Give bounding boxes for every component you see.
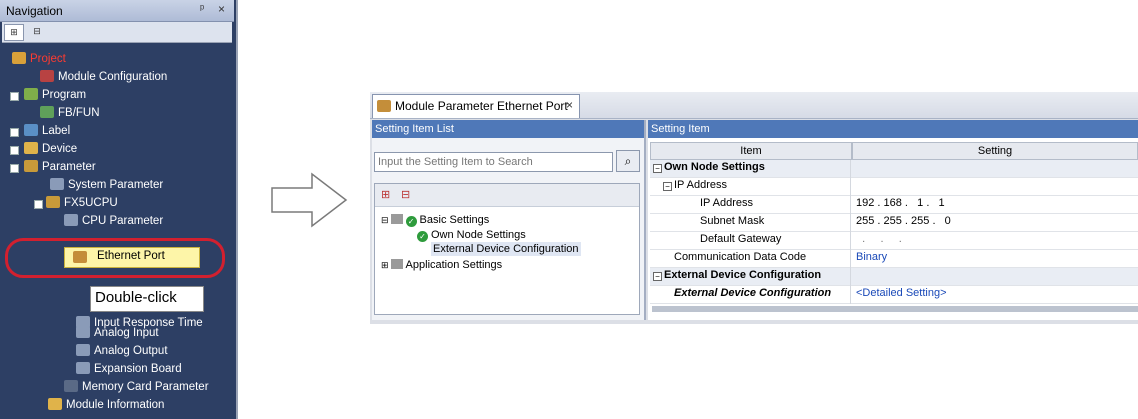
tree-item-fbfun[interactable]: FB/FUN — [40, 104, 100, 122]
grid-row-ip-address[interactable]: IP Address 192 . 168 . 1 . 1 — [650, 196, 1138, 214]
tree-item-fx5ucpu[interactable]: FX5UCPU — [46, 194, 118, 212]
gear-icon — [50, 178, 64, 190]
tree-item-cpu-parameter[interactable]: CPU Parameter — [64, 212, 163, 230]
memory-card-icon — [64, 380, 78, 392]
gear-icon — [76, 362, 90, 374]
module-info-icon — [48, 398, 62, 410]
close-icon[interactable]: × — [218, 2, 225, 16]
detailed-setting-link[interactable]: <Detailed Setting> — [856, 287, 947, 299]
navigation-title-bar: Navigation ᵖ × — [0, 0, 234, 22]
expand-all-icon[interactable]: ⊞ — [381, 188, 390, 201]
grid-row-own-node-settings[interactable]: − Own Node Settings — [650, 160, 1138, 178]
setting-item-list-pane: Setting Item List Input the Setting Item… — [372, 120, 646, 320]
pin-icon[interactable]: ᵖ — [200, 3, 204, 15]
ip-address-value[interactable]: 192 . 168 . 1 . 1 — [856, 197, 945, 209]
column-header-setting[interactable]: Setting — [852, 142, 1138, 160]
tree-item-own-node-settings[interactable]: ✓ Own Node Settings — [417, 228, 526, 242]
collapse-icon[interactable] — [34, 200, 43, 209]
collapse-icon[interactable]: − — [663, 182, 672, 191]
navigation-toolbar: ⊞ ⊟ — [2, 22, 232, 43]
gear-icon — [76, 344, 90, 356]
tree-item-analog-output[interactable]: Analog Output — [76, 342, 168, 360]
collapse-all-icon[interactable]: ⊟ — [401, 188, 410, 201]
label-icon — [24, 124, 38, 136]
tree-item-label[interactable]: Label — [24, 122, 70, 140]
setting-item-list-header: Setting Item List — [372, 120, 644, 138]
tab-bar: Module Parameter Ethernet Port × — [370, 92, 1138, 119]
binoculars-icon: ⌕ — [624, 154, 632, 168]
navigation-title: Navigation — [6, 4, 63, 18]
grid-row-ip-address-group[interactable]: − IP Address — [650, 178, 1138, 196]
collapse-icon[interactable]: − — [653, 272, 662, 281]
device-icon — [24, 142, 38, 154]
collapse-icon[interactable]: ⊟ — [381, 215, 389, 225]
project-icon — [12, 52, 26, 64]
tree-item-application-settings[interactable]: ⊞ Application Settings — [381, 258, 502, 272]
column-divider — [850, 160, 851, 304]
search-button[interactable]: ⌕ — [616, 150, 640, 172]
tab-module-parameter-ethernet-port[interactable]: Module Parameter Ethernet Port × — [372, 94, 580, 118]
default-gateway-value[interactable]: . . . — [856, 233, 902, 245]
search-input[interactable]: Input the Setting Item to Search — [374, 152, 613, 172]
expand-icon[interactable] — [10, 128, 19, 137]
highlight-oval — [5, 238, 225, 278]
column-header-item[interactable]: Item — [650, 142, 852, 160]
setting-item-tree: ⊞ ⊟ ⊟ ✓ Basic Settings ✓ Own Node Settings … — [374, 183, 640, 315]
tree-item-module-information[interactable]: Module Information — [48, 396, 164, 414]
tree-item-device[interactable]: Device — [24, 140, 77, 158]
tab-close-icon[interactable]: × — [566, 98, 573, 112]
settings-grid: Item Setting − Own Node Settings − IP Ad… — [650, 142, 1138, 320]
module-config-icon — [40, 70, 54, 82]
ethernet-icon — [377, 100, 391, 112]
fbfun-icon — [40, 106, 54, 118]
gear-icon — [64, 214, 78, 226]
double-click-callout: Double-click — [90, 286, 204, 312]
tree-item-program[interactable]: Program — [24, 86, 86, 104]
grid-row-external-device-configuration[interactable]: External Device Configuration <Detailed … — [650, 286, 1138, 304]
collapse-icon[interactable] — [10, 164, 19, 173]
expand-icon[interactable] — [10, 146, 19, 155]
setting-item-header: Setting Item — [648, 120, 1138, 138]
expand-icon[interactable] — [10, 92, 19, 101]
tree-item-system-parameter[interactable]: System Parameter — [50, 176, 163, 194]
tree-item-parameter[interactable]: Parameter — [24, 158, 96, 176]
module-parameter-window: Module Parameter Ethernet Port × Setting… — [370, 92, 1138, 324]
grid-row-communication-data-code[interactable]: Communication Data Code Binary — [650, 250, 1138, 268]
folder-icon — [390, 214, 403, 224]
grid-row-subnet-mask[interactable]: Subnet Mask 255 . 255 . 255 . 0 — [650, 214, 1138, 232]
folder-icon — [390, 259, 403, 269]
communication-data-code-value[interactable]: Binary — [856, 251, 887, 263]
grid-row-external-device-configuration-group[interactable]: − External Device Configuration — [650, 268, 1138, 286]
tree-item-project[interactable]: Project — [12, 50, 66, 68]
program-icon — [24, 88, 38, 100]
cpu-icon — [46, 196, 60, 208]
project-tree: Project Module Configuration Program FB/… — [0, 44, 234, 419]
gear-icon — [76, 326, 90, 338]
navigation-panel: Navigation ᵖ × ⊞ ⊟ Project Module Config… — [0, 0, 238, 419]
parameter-icon — [24, 160, 38, 172]
expand-icon[interactable]: ⊞ — [381, 260, 389, 270]
collapse-all-icon[interactable]: ⊟ — [28, 24, 46, 39]
collapse-icon[interactable]: − — [653, 164, 662, 173]
setting-tree-toolbar: ⊞ ⊟ — [375, 184, 639, 207]
check-icon: ✓ — [405, 216, 417, 227]
tree-item-external-device-configuration[interactable]: External Device Configuration — [431, 242, 581, 256]
grid-row-default-gateway[interactable]: Default Gateway . . . — [650, 232, 1138, 250]
tree-item-analog-input[interactable]: Analog Input — [76, 324, 159, 342]
tree-item-module-configuration[interactable]: Module Configuration — [40, 68, 167, 86]
tree-item-expansion-board[interactable]: Expansion Board — [76, 360, 182, 378]
display-item-icon[interactable]: ⊞ — [4, 24, 24, 41]
check-icon: ✓ — [417, 231, 428, 242]
setting-item-pane: Setting Item Item Setting − Own Node Set… — [648, 120, 1138, 320]
tree-item-basic-settings[interactable]: ⊟ ✓ Basic Settings — [381, 213, 489, 227]
grid-bottom-bar — [652, 306, 1138, 312]
right-arrow-icon — [271, 172, 348, 228]
tree-item-memory-card-parameter[interactable]: Memory Card Parameter — [64, 378, 209, 396]
subnet-mask-value[interactable]: 255 . 255 . 255 . 0 — [856, 215, 951, 227]
